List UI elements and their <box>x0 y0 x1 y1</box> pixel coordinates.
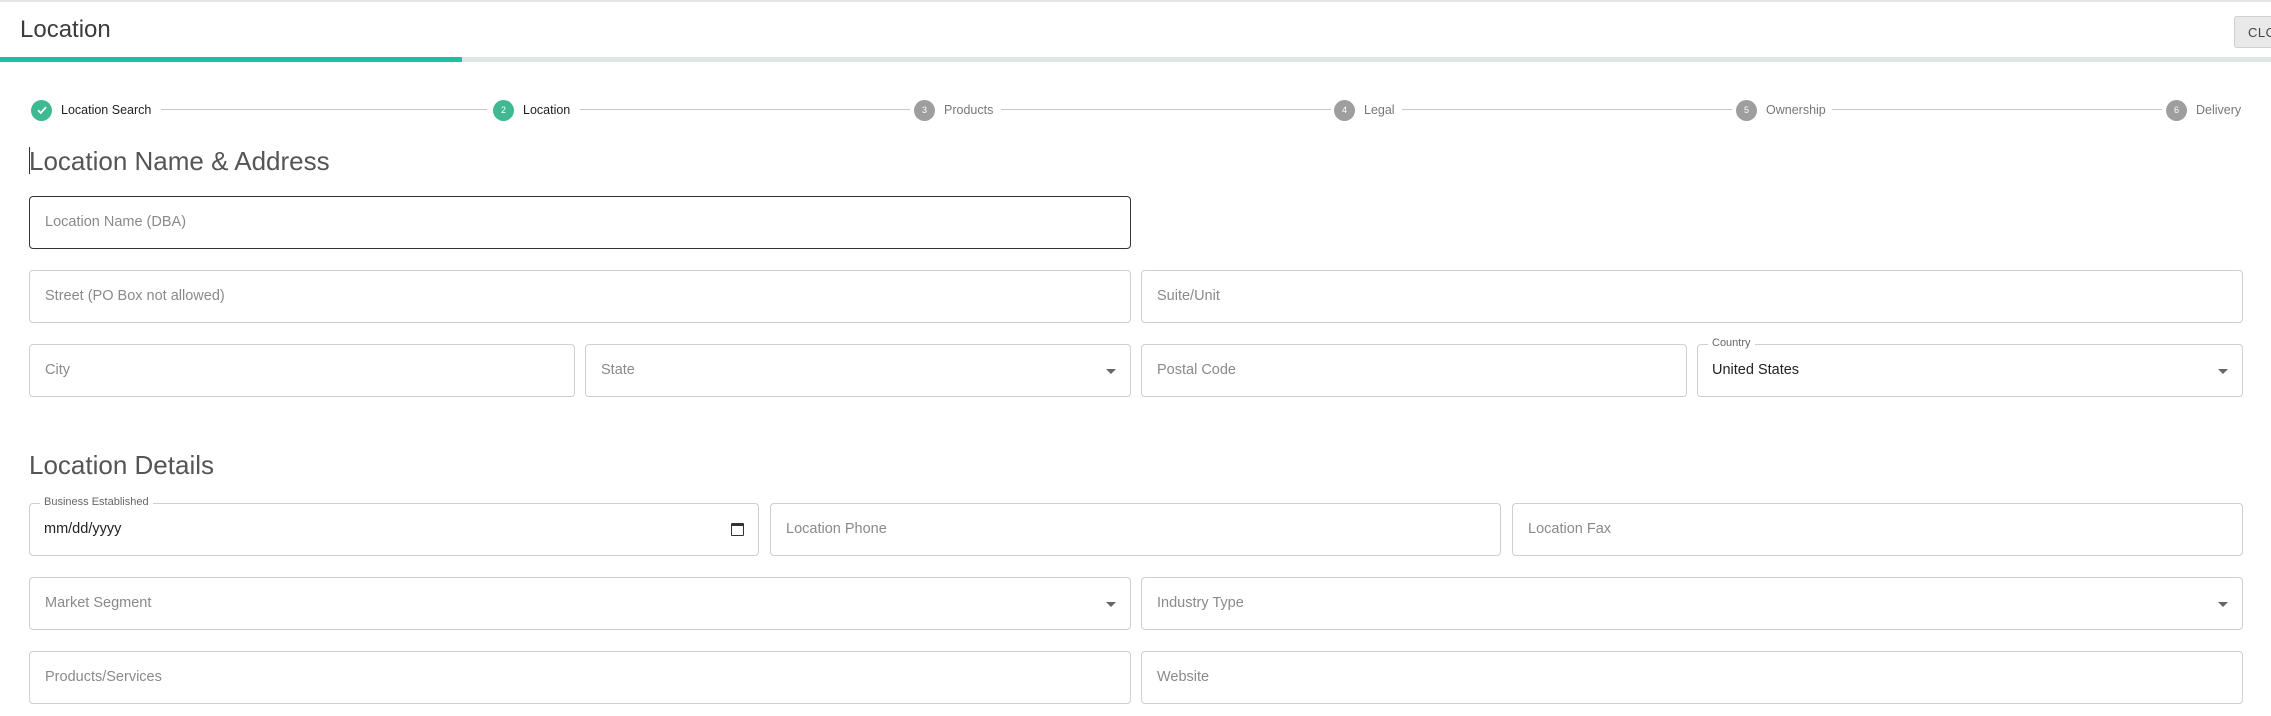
chevron-down-icon <box>1106 369 1116 374</box>
business-established-field[interactable]: Business Established mm/dd/yyyy <box>29 496 759 556</box>
step-number: 5 <box>1736 99 1757 121</box>
step-label: Ownership <box>1766 103 1826 117</box>
progress-bar-fill <box>0 57 463 62</box>
market-segment-select[interactable]: Market Segment <box>29 577 1131 630</box>
chevron-down-icon <box>2218 369 2228 374</box>
stepper: Location Search 2 Location 3 Products 4 … <box>0 95 2271 125</box>
field-placeholder: Location Phone <box>786 521 887 537</box>
page-title: Location <box>20 16 111 43</box>
section-title-address: Location Name & Address <box>29 146 330 176</box>
step-location[interactable]: 2 Location <box>493 99 570 121</box>
field-placeholder: Industry Type <box>1157 595 1244 611</box>
calendar-icon[interactable] <box>731 523 744 536</box>
field-placeholder: Location Name (DBA) <box>45 214 187 230</box>
field-placeholder: Location Fax <box>1528 521 1612 537</box>
step-connector <box>1832 109 2162 110</box>
page-header: Location CLOSE <box>0 0 2271 58</box>
field-label: Business Established <box>40 496 153 508</box>
step-number: 2 <box>493 99 514 121</box>
country-select[interactable]: Country United States <box>1697 337 2243 397</box>
products-services-field[interactable]: Products/Services <box>29 651 1131 704</box>
step-label: Location <box>523 103 571 117</box>
field-placeholder: Street (PO Box not allowed) <box>45 288 225 304</box>
field-placeholder: City <box>45 362 70 378</box>
industry-type-select[interactable]: Industry Type <box>1141 577 2243 630</box>
step-label: Delivery <box>2196 103 2242 117</box>
step-connector <box>1402 109 1732 110</box>
step-products[interactable]: 3 Products <box>914 99 993 121</box>
step-ownership[interactable]: 5 Ownership <box>1736 99 1826 121</box>
field-placeholder: State <box>601 362 635 378</box>
website-field[interactable]: Website <box>1141 651 2243 704</box>
field-placeholder: Products/Services <box>45 669 162 685</box>
step-connector <box>1001 109 1331 110</box>
postal-code-field[interactable]: Postal Code <box>1141 344 1687 397</box>
location-fax-field[interactable]: Location Fax <box>1512 503 2243 556</box>
location-phone-field[interactable]: Location Phone <box>770 503 1501 556</box>
close-button[interactable]: CLOSE <box>2234 16 2271 48</box>
field-value: United States <box>1712 362 1800 378</box>
step-label: Legal <box>1364 103 1395 117</box>
progress-bar <box>0 57 2271 62</box>
step-connector <box>580 109 910 110</box>
step-connector <box>161 109 487 110</box>
step-number: 3 <box>914 99 935 121</box>
step-label: Location Search <box>61 103 152 117</box>
step-number: 6 <box>2166 99 2187 121</box>
street-field[interactable]: Street (PO Box not allowed) <box>29 270 1131 323</box>
chevron-down-icon <box>1106 602 1116 607</box>
field-placeholder: Suite/Unit <box>1157 288 1220 304</box>
state-select[interactable]: State <box>585 344 1131 397</box>
suite-unit-field[interactable]: Suite/Unit <box>1141 270 2243 323</box>
field-placeholder: Postal Code <box>1157 362 1236 378</box>
check-icon <box>31 99 52 121</box>
field-label: Country <box>1708 337 1755 349</box>
chevron-down-icon <box>2218 602 2228 607</box>
section-title-details: Location Details <box>29 450 214 480</box>
field-value: mm/dd/yyyy <box>44 521 122 537</box>
field-placeholder: Market Segment <box>45 595 152 611</box>
field-placeholder: Website <box>1157 669 1210 685</box>
step-label: Products <box>944 103 994 117</box>
step-legal[interactable]: 4 Legal <box>1334 99 1395 121</box>
step-delivery[interactable]: 6 Delivery <box>2166 99 2241 121</box>
step-number: 4 <box>1334 99 1355 121</box>
location-name-field[interactable]: Location Name (DBA) <box>29 196 1131 249</box>
city-field[interactable]: City <box>29 344 575 397</box>
step-location-search[interactable]: Location Search <box>31 99 151 121</box>
